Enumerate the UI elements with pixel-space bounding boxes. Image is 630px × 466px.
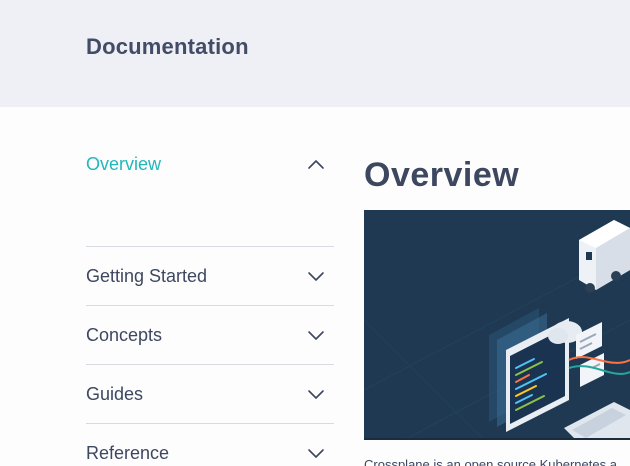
sidebar-item-concepts[interactable]: Concepts [86, 305, 334, 364]
sidebar-item-label: Overview [86, 154, 162, 174]
sidebar-item-getting-started[interactable]: Getting Started [86, 246, 334, 305]
isometric-cloud-illustration [364, 220, 630, 438]
chevron-down-icon[interactable] [306, 325, 326, 345]
chevron-down-icon[interactable] [306, 384, 326, 404]
main-content: Overview [364, 150, 630, 200]
chevron-down-icon[interactable] [306, 443, 326, 463]
docs-sidebar: Overview Getting Started Concepts Guides… [86, 148, 334, 466]
sidebar-item-label: Getting Started [86, 265, 208, 286]
hero-illustration [364, 210, 630, 440]
sidebar-item-label: Guides [86, 383, 144, 404]
sidebar-item-label: Reference [86, 442, 170, 463]
intro-paragraph: Crossplane is an open source Kubernetes … [364, 457, 617, 466]
sidebar-item-guides[interactable]: Guides [86, 364, 334, 423]
sidebar-item-overview[interactable]: Overview [86, 148, 334, 246]
sidebar-item-reference[interactable]: Reference [86, 423, 334, 466]
chevron-up-icon[interactable] [306, 155, 326, 175]
sidebar-item-label: Concepts [86, 324, 163, 345]
page-title: Overview [364, 156, 520, 194]
chevron-down-icon[interactable] [306, 266, 326, 286]
page-header-title: Documentation [86, 34, 249, 59]
